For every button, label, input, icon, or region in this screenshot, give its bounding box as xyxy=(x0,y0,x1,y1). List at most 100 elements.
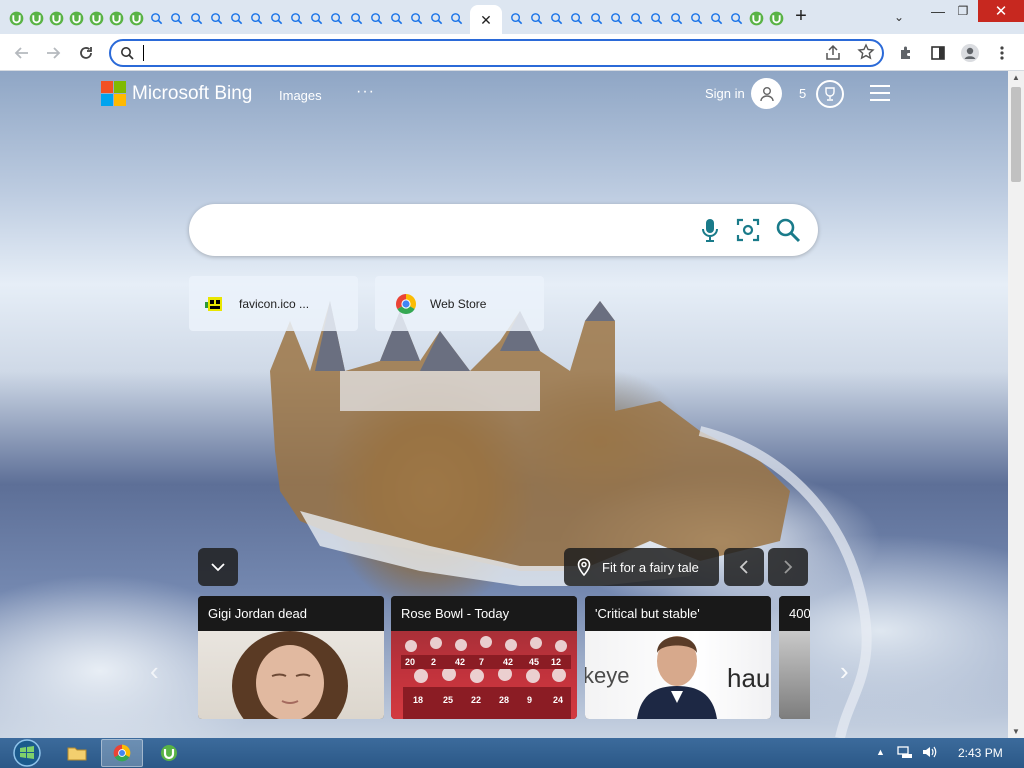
scroll-up-arrow-icon[interactable]: ▲ xyxy=(1012,73,1020,82)
tab-search[interactable] xyxy=(686,5,706,31)
previous-image-button[interactable] xyxy=(724,548,764,586)
tab-search[interactable] xyxy=(626,5,646,31)
news-card-image xyxy=(779,631,810,719)
tab-search[interactable] xyxy=(306,5,326,31)
tab-utorrent[interactable] xyxy=(46,5,66,31)
tab-utorrent[interactable] xyxy=(66,5,86,31)
tab-active[interactable]: ✕ xyxy=(470,5,502,36)
tab-utorrent[interactable] xyxy=(6,5,26,31)
tab-search[interactable] xyxy=(346,5,366,31)
reload-button[interactable] xyxy=(74,41,98,65)
news-card[interactable]: Gigi Jordan dead xyxy=(198,596,384,719)
tab-search[interactable] xyxy=(706,5,726,31)
volume-icon[interactable] xyxy=(921,745,937,759)
tab-search[interactable] xyxy=(146,5,166,31)
tab-search[interactable] xyxy=(186,5,206,31)
taskbar-file-explorer[interactable] xyxy=(56,739,98,767)
nav-images-link[interactable]: Images xyxy=(279,88,322,103)
browser-menu-button[interactable] xyxy=(990,41,1014,65)
windows-taskbar: ▲ 2:43 PM xyxy=(0,738,1024,768)
tab-search[interactable] xyxy=(666,5,686,31)
network-icon[interactable] xyxy=(897,745,913,759)
collapse-feed-button[interactable] xyxy=(198,548,238,586)
tab-search[interactable] xyxy=(266,5,286,31)
tab-search[interactable] xyxy=(526,5,546,31)
news-card[interactable]: Rose Bowl - Today 20 2 42 7 42 45 12 18 25 22 28 9… xyxy=(391,596,577,719)
visual-search-icon[interactable] xyxy=(736,218,760,242)
search-icon xyxy=(430,12,442,24)
address-input[interactable] xyxy=(142,44,792,62)
tab-search[interactable] xyxy=(646,5,666,31)
scroll-thumb[interactable] xyxy=(1011,87,1021,182)
back-button[interactable] xyxy=(10,41,34,65)
taskbar-clock[interactable]: 2:43 PM xyxy=(958,746,1003,760)
bing-search-input[interactable] xyxy=(211,218,691,242)
tab-search[interactable] xyxy=(726,5,746,31)
extensions-button[interactable] xyxy=(894,41,918,65)
tab-search[interactable] xyxy=(366,5,386,31)
tab-search[interactable] xyxy=(426,5,446,31)
tab-utorrent[interactable] xyxy=(86,5,106,31)
start-button[interactable] xyxy=(9,738,45,768)
tab-search[interactable] xyxy=(246,5,266,31)
news-card[interactable]: 400 xyxy=(779,596,810,719)
tab-list: ✕ xyxy=(6,5,786,36)
scroll-down-arrow-icon[interactable]: ▼ xyxy=(1012,727,1020,736)
search-icon xyxy=(330,12,342,24)
bing-logo[interactable]: Microsoft Bing xyxy=(101,81,252,106)
svg-text:7: 7 xyxy=(479,657,484,667)
tab-utorrent[interactable] xyxy=(766,5,786,31)
close-window-button[interactable]: ✕ xyxy=(978,0,1024,22)
close-tab-icon[interactable]: ✕ xyxy=(480,12,492,29)
search-submit-icon[interactable] xyxy=(775,217,801,243)
sign-in-link[interactable]: Sign in xyxy=(705,86,745,101)
tab-search[interactable] xyxy=(606,5,626,31)
profile-button[interactable] xyxy=(958,41,982,65)
tab-utorrent[interactable] xyxy=(106,5,126,31)
chrome-icon xyxy=(396,293,416,314)
tab-search[interactable] xyxy=(326,5,346,31)
share-button[interactable] xyxy=(824,44,844,64)
tab-utorrent[interactable] xyxy=(746,5,766,31)
tab-search[interactable] xyxy=(406,5,426,31)
tab-search[interactable] xyxy=(566,5,586,31)
tab-utorrent[interactable] xyxy=(26,5,46,31)
feed-next-button[interactable]: › xyxy=(840,656,849,687)
tab-search[interactable] xyxy=(226,5,246,31)
address-bar[interactable] xyxy=(109,39,884,67)
tab-search[interactable] xyxy=(586,5,606,31)
tab-search[interactable] xyxy=(166,5,186,31)
tray-expand-icon[interactable]: ▲ xyxy=(876,747,885,757)
tab-search[interactable] xyxy=(206,5,226,31)
tab-search[interactable] xyxy=(506,5,526,31)
next-image-button[interactable] xyxy=(768,548,808,586)
new-tab-button[interactable]: + xyxy=(790,5,812,27)
tab-search[interactable] xyxy=(286,5,306,31)
side-panel-button[interactable] xyxy=(926,41,950,65)
taskbar-chrome[interactable] xyxy=(101,739,143,767)
forward-button[interactable] xyxy=(41,41,65,65)
bookmark-button[interactable] xyxy=(857,43,877,63)
image-info-button[interactable]: Fit for a fairy tale xyxy=(564,548,719,586)
nav-more-button[interactable]: ··· xyxy=(356,83,375,101)
tab-search[interactable] xyxy=(446,5,466,31)
tab-utorrent[interactable] xyxy=(126,5,146,31)
user-avatar-button[interactable] xyxy=(751,78,782,109)
minimize-button[interactable]: — xyxy=(925,0,951,22)
microphone-icon[interactable] xyxy=(700,218,720,242)
tab-search-button[interactable]: ⌄ xyxy=(886,6,912,28)
maximize-button[interactable]: ❐ xyxy=(950,0,976,22)
tab-search[interactable] xyxy=(546,5,566,31)
rewards-points[interactable]: 5 xyxy=(799,86,806,101)
news-card[interactable]: 'Critical but stable' keye hau xyxy=(585,596,771,719)
rewards-button[interactable] xyxy=(816,80,844,108)
feed-previous-button[interactable]: ‹ xyxy=(150,656,159,687)
tab-search[interactable] xyxy=(386,5,406,31)
settings-menu-button[interactable] xyxy=(870,85,890,101)
taskbar-utorrent[interactable] xyxy=(148,739,190,767)
windows-start-icon xyxy=(13,739,41,767)
bing-search-box[interactable] xyxy=(189,204,818,256)
quick-link-favicon[interactable]: favicon.ico ... xyxy=(189,276,358,331)
quick-link-web-store[interactable]: Web Store xyxy=(375,276,544,331)
page-scrollbar[interactable]: ▲ ▼ xyxy=(1008,71,1024,738)
